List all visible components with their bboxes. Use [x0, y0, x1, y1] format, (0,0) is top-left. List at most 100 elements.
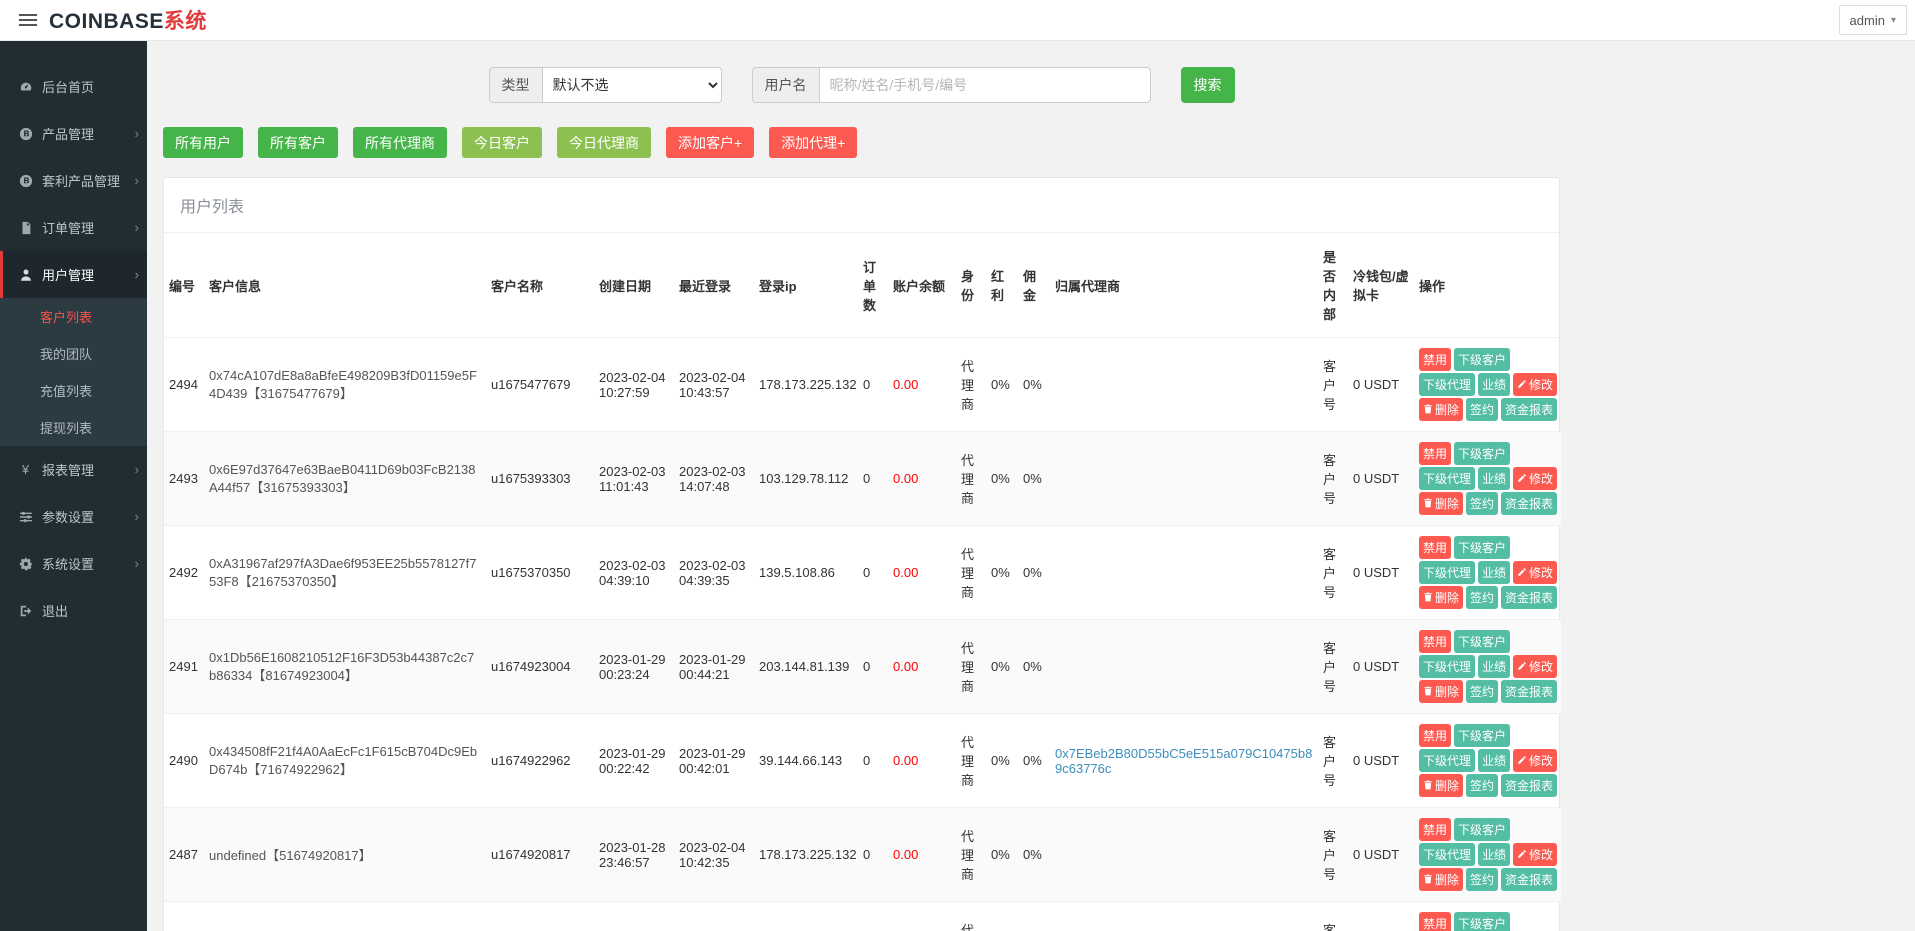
action-删除-button[interactable]: 删除	[1419, 868, 1463, 891]
sidebar-item-5[interactable]: ¥报表管理›	[0, 446, 147, 493]
action-修改-button[interactable]: 修改	[1513, 373, 1557, 396]
sidebar-subitem-2[interactable]: 充值列表	[0, 372, 147, 409]
action-禁用-button[interactable]: 禁用	[1419, 442, 1451, 465]
action-资金报表-button[interactable]: 资金报表	[1501, 774, 1557, 797]
cell-bonus: 0%	[986, 338, 1018, 432]
action-下级代理-button[interactable]: 下级代理	[1419, 373, 1475, 396]
action-禁用-button[interactable]: 禁用	[1419, 818, 1451, 841]
sidebar-item-8[interactable]: 退出	[0, 587, 147, 634]
action-修改-button[interactable]: 修改	[1513, 561, 1557, 584]
action-修改-button[interactable]: 修改	[1513, 843, 1557, 866]
action-业绩-button[interactable]: 业绩	[1478, 843, 1510, 866]
filter-button-4[interactable]: 今日代理商	[557, 127, 651, 158]
sidebar-subitem-0[interactable]: 客户列表	[0, 298, 147, 335]
action-删除-button[interactable]: 删除	[1419, 398, 1463, 421]
menu-toggle-button[interactable]	[13, 8, 43, 32]
filter-button-1[interactable]: 所有客户	[258, 127, 338, 158]
action-业绩-button[interactable]: 业绩	[1478, 561, 1510, 584]
action-下级客户-button[interactable]: 下级客户	[1454, 912, 1510, 931]
sidebar-item-0[interactable]: 后台首页	[0, 63, 147, 110]
filter-button-5[interactable]: 添加客户+	[666, 127, 754, 158]
type-select[interactable]: 默认不选	[542, 67, 722, 103]
sidebar-item-1[interactable]: 产品管理›	[0, 110, 147, 157]
cell-actions: 禁用下级客户下级代理业绩修改删除签约资金报表	[1414, 714, 1561, 808]
action-禁用-button[interactable]: 禁用	[1419, 348, 1451, 371]
cell-identity: 代理商	[956, 808, 986, 902]
action-签约-button[interactable]: 签约	[1466, 868, 1498, 891]
action-label: 签约	[1470, 589, 1494, 606]
action-业绩-button[interactable]: 业绩	[1478, 373, 1510, 396]
action-修改-button[interactable]: 修改	[1513, 467, 1557, 490]
table-header-row: 编号客户信息客户名称创建日期最近登录登录ip订单数账户余额身份红利佣金归属代理商…	[164, 233, 1561, 338]
filter-button-0[interactable]: 所有用户	[163, 127, 243, 158]
table-row: 24930x6E97d37647e63BaeB0411D69b03FcB2138…	[164, 432, 1561, 526]
action-签约-button[interactable]: 签约	[1466, 680, 1498, 703]
action-资金报表-button[interactable]: 资金报表	[1501, 586, 1557, 609]
action-签约-button[interactable]: 签约	[1466, 774, 1498, 797]
action-下级客户-button[interactable]: 下级客户	[1454, 536, 1510, 559]
pencil-icon	[1517, 848, 1527, 862]
filter-button-2[interactable]: 所有代理商	[353, 127, 447, 158]
action-修改-button[interactable]: 修改	[1513, 749, 1557, 772]
action-资金报表-button[interactable]: 资金报表	[1501, 680, 1557, 703]
action-删除-button[interactable]: 删除	[1419, 774, 1463, 797]
type-label: 类型	[489, 67, 542, 103]
action-下级客户-button[interactable]: 下级客户	[1454, 630, 1510, 653]
action-修改-button[interactable]: 修改	[1513, 655, 1557, 678]
action-业绩-button[interactable]: 业绩	[1478, 467, 1510, 490]
admin-user-menu[interactable]: admin ▾	[1839, 5, 1907, 35]
action-label: 下级代理	[1423, 658, 1471, 675]
action-删除-button[interactable]: 删除	[1419, 492, 1463, 515]
action-下级客户-button[interactable]: 下级客户	[1454, 724, 1510, 747]
action-资金报表-button[interactable]: 资金报表	[1501, 398, 1557, 421]
action-下级代理-button[interactable]: 下级代理	[1419, 561, 1475, 584]
cell-login-ip: 203.144.81.139	[754, 620, 858, 714]
action-label: 修改	[1529, 846, 1553, 863]
action-禁用-button[interactable]: 禁用	[1419, 630, 1451, 653]
action-禁用-button[interactable]: 禁用	[1419, 536, 1451, 559]
action-下级代理-button[interactable]: 下级代理	[1419, 467, 1475, 490]
sidebar-item-7[interactable]: 系统设置›	[0, 540, 147, 587]
search-button[interactable]: 搜索	[1181, 67, 1235, 103]
action-下级代理-button[interactable]: 下级代理	[1419, 655, 1475, 678]
action-下级代理-button[interactable]: 下级代理	[1419, 749, 1475, 772]
sidebar-item-2[interactable]: 套利产品管理›	[0, 157, 147, 204]
sidebar-item-4[interactable]: 用户管理›	[0, 251, 147, 298]
action-禁用-button[interactable]: 禁用	[1419, 724, 1451, 747]
pencil-icon	[1517, 566, 1527, 580]
action-签约-button[interactable]: 签约	[1466, 492, 1498, 515]
cell-created-date: 2022-12-13 02:11:39	[594, 902, 674, 931]
cell-customer-info: 0xA31967af297fA3Dae6f953EE25b5578127f753…	[204, 526, 486, 620]
filter-button-3[interactable]: 今日客户	[462, 127, 542, 158]
action-禁用-button[interactable]: 禁用	[1419, 912, 1451, 931]
action-下级代理-button[interactable]: 下级代理	[1419, 843, 1475, 866]
action-删除-button[interactable]: 删除	[1419, 680, 1463, 703]
sidebar-item-6[interactable]: 参数设置›	[0, 493, 147, 540]
column-header-13: 冷钱包/虚拟卡	[1348, 233, 1414, 338]
action-签约-button[interactable]: 签约	[1466, 586, 1498, 609]
action-业绩-button[interactable]: 业绩	[1478, 749, 1510, 772]
sidebar-item-label: 订单管理	[42, 218, 94, 237]
username-label: 用户名	[752, 67, 819, 103]
filter-button-6[interactable]: 添加代理+	[769, 127, 857, 158]
action-删除-button[interactable]: 删除	[1419, 586, 1463, 609]
action-label: 修改	[1529, 470, 1553, 487]
action-签约-button[interactable]: 签约	[1466, 398, 1498, 421]
username-input[interactable]	[819, 67, 1151, 103]
sidebar-subitem-3[interactable]: 提现列表	[0, 409, 147, 446]
agent-link[interactable]: 0x7EBeb2B80D55bC5eE515a079C10475b89c6377…	[1055, 746, 1312, 776]
cell-internal: 客户号	[1318, 526, 1348, 620]
orders-icon	[18, 220, 33, 235]
action-业绩-button[interactable]: 业绩	[1478, 655, 1510, 678]
cell-bonus: 0%	[986, 620, 1018, 714]
action-资金报表-button[interactable]: 资金报表	[1501, 492, 1557, 515]
sidebar-item-3[interactable]: 订单管理›	[0, 204, 147, 251]
sidebar-item-label: 套利产品管理	[42, 171, 120, 190]
action-资金报表-button[interactable]: 资金报表	[1501, 868, 1557, 891]
action-下级客户-button[interactable]: 下级客户	[1454, 818, 1510, 841]
cell-order-count: 0	[858, 338, 888, 432]
action-下级客户-button[interactable]: 下级客户	[1454, 348, 1510, 371]
action-下级客户-button[interactable]: 下级客户	[1454, 442, 1510, 465]
cell-identity: 代理商	[956, 714, 986, 808]
sidebar-subitem-1[interactable]: 我的团队	[0, 335, 147, 372]
